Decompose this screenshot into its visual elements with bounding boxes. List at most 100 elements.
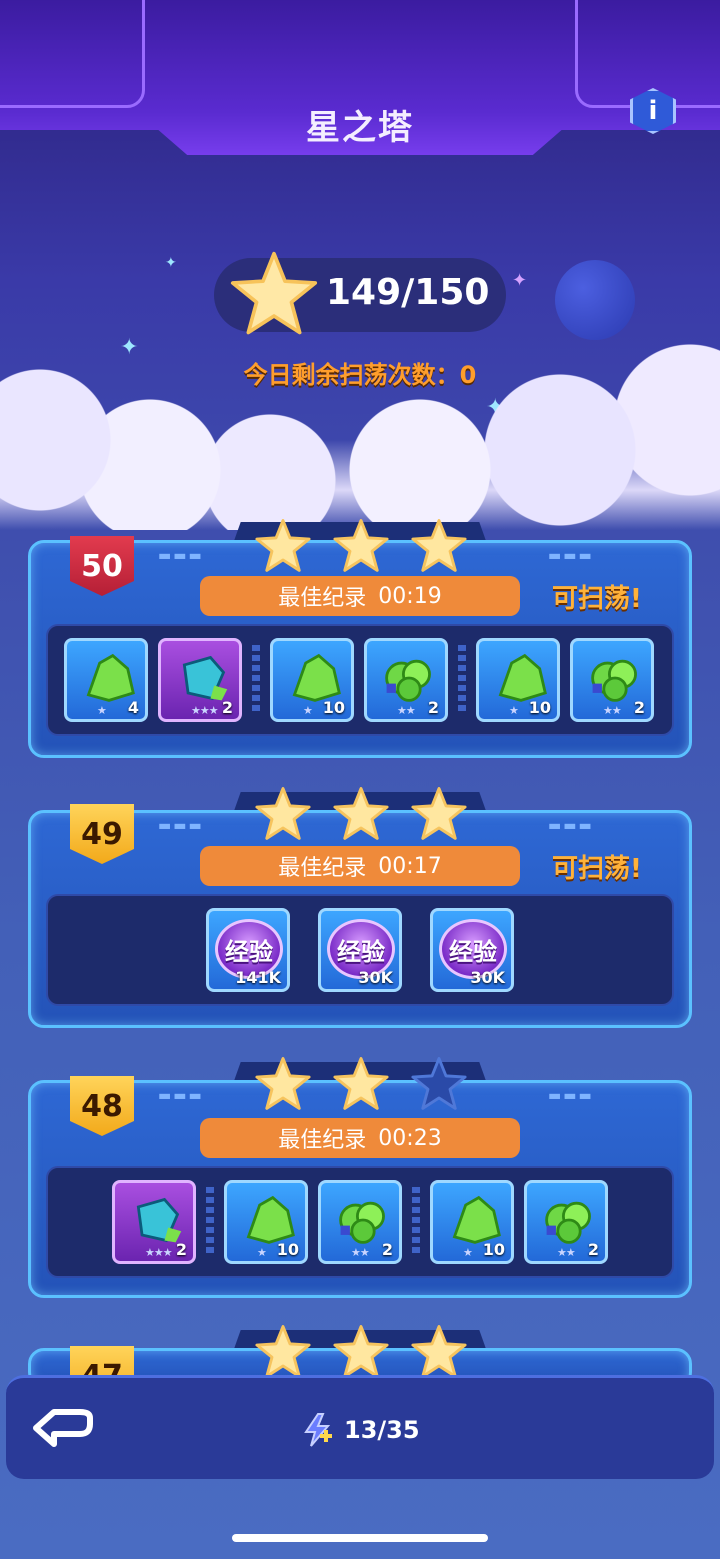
sweepable-button[interactable]: 可扫荡! (552, 848, 642, 885)
total-star-icon (230, 251, 318, 335)
best-record-label: 最佳纪录 (278, 1128, 367, 1153)
reward-item-green-ore[interactable]: ★ 4 (64, 638, 148, 722)
level-card-49[interactable]: ▬▬▬ ▬▬▬ 49 最佳纪录 00:17 可扫荡! 经验 141K 经验 30… (28, 786, 692, 1028)
green-ore-icon (498, 653, 547, 702)
star-icon (411, 519, 467, 572)
total-stars-count: 149/150 (326, 272, 490, 313)
best-record-time: 00:17 (378, 853, 442, 879)
empty-star-icon (411, 1057, 467, 1110)
sparkle-icon: ✦ (512, 270, 528, 291)
planet-decoration (555, 260, 635, 340)
reward-item-green-gem-cluster[interactable]: ★★ 2 (570, 638, 654, 722)
reward-item-blue-crystal[interactable]: ★★★ 2 (158, 638, 242, 722)
level-stars (254, 786, 468, 842)
best-record: 最佳纪录 00:19 (200, 576, 520, 616)
level-stars (254, 518, 468, 574)
reward-item-green-ore[interactable]: ★ 10 (270, 638, 354, 722)
reward-qty: 2 (175, 1240, 187, 1259)
rarity-stars: ★★★ (145, 1246, 173, 1259)
star-icon (333, 1325, 389, 1378)
reward-qty: 2 (587, 1240, 599, 1259)
blue-crystal-icon (136, 1197, 182, 1243)
rarity-stars: ★ (463, 1246, 473, 1259)
best-record-time: 00:23 (378, 1125, 442, 1151)
home-indicator[interactable] (232, 1534, 488, 1542)
best-record: 最佳纪录 00:23 (200, 1118, 520, 1158)
info-icon: i (648, 96, 658, 126)
reward-list: 经验 141K 经验 30K 经验 30K (206, 908, 514, 992)
green-gem-cluster-icon (385, 659, 431, 702)
reward-item-green-ore[interactable]: ★ 10 (224, 1180, 308, 1264)
header-frame-left (0, 0, 145, 108)
reward-qty: 30K (470, 968, 505, 987)
reward-qty: 141K (235, 968, 281, 987)
blue-crystal-icon (182, 655, 228, 701)
level-card-50[interactable]: ▬▬▬ ▬▬▬ 50 最佳纪录 00:19 可扫荡! ★ 4 ★★★ 2 ★ 1… (28, 518, 692, 758)
star-icon (333, 519, 389, 572)
energy-display: 13/35 (300, 1410, 420, 1450)
star-icon (255, 1325, 311, 1378)
card-stripes: ▬▬▬ (158, 548, 204, 564)
green-ore-icon (86, 653, 135, 702)
reward-qty: 2 (381, 1240, 393, 1259)
star-icon (255, 787, 311, 840)
green-ore-icon (292, 653, 341, 702)
reward-qty: 4 (127, 698, 139, 717)
best-record-label: 最佳纪录 (278, 586, 367, 611)
reward-qty: 10 (528, 698, 551, 717)
level-stars (254, 1056, 468, 1112)
rarity-stars: ★★ (557, 1246, 576, 1259)
card-stripes: ▬▬▬ (548, 548, 594, 564)
reward-qty: 10 (276, 1240, 299, 1259)
reward-separator (206, 1187, 214, 1257)
reward-separator (458, 645, 466, 715)
reward-item-exp[interactable]: 经验 30K (430, 908, 514, 992)
energy-value: 13/35 (344, 1416, 420, 1444)
reward-separator (412, 1187, 420, 1257)
reward-item-exp[interactable]: 经验 30K (318, 908, 402, 992)
rarity-stars: ★ (97, 704, 107, 717)
best-record: 最佳纪录 00:17 (200, 846, 520, 886)
best-record-label: 最佳纪录 (278, 856, 367, 881)
reward-item-green-gem-cluster[interactable]: ★★ 2 (364, 638, 448, 722)
reward-item-green-ore[interactable]: ★ 10 (430, 1180, 514, 1264)
level-card-48[interactable]: ▬▬▬ ▬▬▬ 48 最佳纪录 00:23 ★★★ 2 ★ 10 ★★ 2 ★ (28, 1056, 692, 1298)
reward-list: ★ 4 ★★★ 2 ★ 10 ★★ 2 ★ 10 ★★ 2 (64, 638, 654, 722)
green-ore-icon (452, 1195, 501, 1244)
card-stripes: ▬▬▬ (158, 818, 204, 834)
rarity-stars: ★★ (397, 704, 416, 717)
reward-item-exp[interactable]: 经验 141K (206, 908, 290, 992)
star-icon (255, 519, 311, 572)
reward-item-green-gem-cluster[interactable]: ★★ 2 (318, 1180, 402, 1264)
reward-separator (252, 645, 260, 715)
energy-bolt-icon (304, 1413, 332, 1447)
green-ore-icon (246, 1195, 295, 1244)
reward-qty: 2 (221, 698, 233, 717)
rarity-stars: ★★★ (191, 704, 219, 717)
page-title: 星之塔 (306, 108, 414, 148)
reward-list: ★★★ 2 ★ 10 ★★ 2 ★ 10 ★★ 2 (112, 1180, 608, 1264)
rarity-stars: ★★ (603, 704, 622, 717)
sweepable-button[interactable]: 可扫荡! (552, 578, 642, 615)
star-icon (333, 1057, 389, 1110)
rarity-stars: ★ (257, 1246, 267, 1259)
bottom-bar: 13/35 (6, 1375, 714, 1479)
green-gem-cluster-icon (339, 1201, 385, 1244)
rarity-stars: ★ (303, 704, 313, 717)
back-arrow-icon[interactable] (28, 1404, 102, 1454)
reward-qty: 2 (427, 698, 439, 717)
reward-item-green-gem-cluster[interactable]: ★★ 2 (524, 1180, 608, 1264)
card-stripes: ▬▬▬ (548, 1088, 594, 1104)
card-stripes: ▬▬▬ (158, 1088, 204, 1104)
star-icon (333, 787, 389, 840)
reward-qty: 2 (633, 698, 645, 717)
best-record-time: 00:19 (378, 583, 442, 609)
reward-qty: 10 (482, 1240, 505, 1259)
star-icon (411, 1325, 467, 1378)
reward-item-green-ore[interactable]: ★ 10 (476, 638, 560, 722)
reward-qty: 30K (358, 968, 393, 987)
sweep-remaining-text: 今日剩余扫荡次数：0 (243, 361, 477, 389)
reward-qty: 10 (322, 698, 345, 717)
reward-item-blue-crystal[interactable]: ★★★ 2 (112, 1180, 196, 1264)
rarity-stars: ★★ (351, 1246, 370, 1259)
